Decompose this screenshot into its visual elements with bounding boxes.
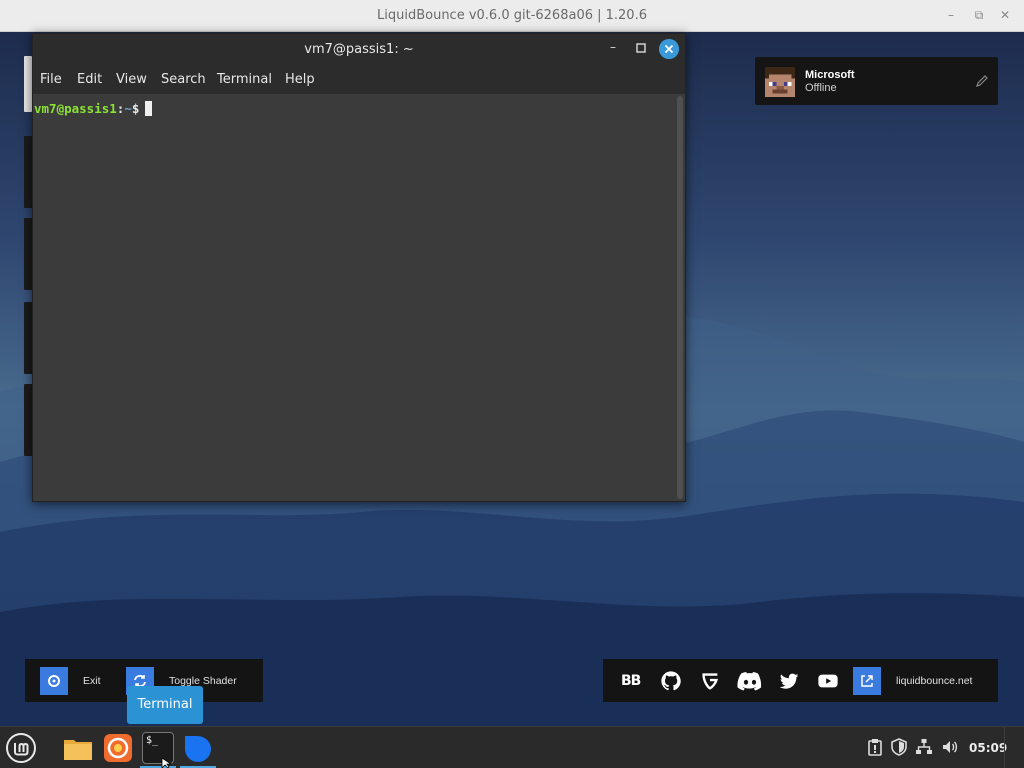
exit-button[interactable]	[40, 667, 68, 695]
menu-search[interactable]: Search	[161, 72, 206, 87]
outer-title-bar: LiquidBounce v0.6.0 git-6268a06 | 1.20.6…	[0, 0, 1024, 32]
terminal-minimize-button[interactable]: –	[605, 40, 621, 56]
terminal-tooltip: Terminal	[127, 686, 203, 724]
prompt-path: ~	[124, 101, 132, 116]
terminal-title: vm7@passis1: ~	[304, 42, 414, 57]
terminal-prompt: vm7@passis1:~$	[34, 101, 153, 116]
mint-menu-icon[interactable]	[5, 732, 37, 764]
clipboard-icon[interactable]	[866, 738, 884, 756]
menu-file[interactable]: File	[40, 72, 62, 87]
outer-close-button[interactable]: ✕	[998, 8, 1012, 22]
external-link-icon	[861, 675, 873, 687]
terminal-window[interactable]: vm7@passis1: ~ – File Edit View Search T…	[32, 33, 686, 502]
text-cursor	[145, 101, 153, 116]
outer-minimize-button[interactable]: –	[944, 8, 958, 22]
account-name: Microsoft	[805, 69, 855, 81]
exit-label[interactable]: Exit	[83, 675, 101, 687]
terminal-title-bar[interactable]: vm7@passis1: ~ –	[33, 34, 685, 64]
exit-icon	[48, 675, 60, 687]
menu-view[interactable]: View	[116, 72, 147, 87]
pencil-icon[interactable]	[974, 73, 990, 89]
bottom-right-panel: BB liquidbounce.net	[603, 659, 998, 702]
files-icon[interactable]	[62, 732, 94, 764]
terminal-content[interactable]: vm7@passis1:~$	[33, 94, 675, 501]
terminal-menu-bar: File Edit View Search Terminal Help	[33, 64, 685, 94]
firefox-icon[interactable]	[102, 732, 134, 764]
prompt-user: vm7@passis1	[34, 101, 117, 116]
shield-icon[interactable]	[890, 738, 908, 756]
menu-terminal[interactable]: Terminal	[217, 72, 272, 87]
guilded-bb-icon[interactable]: BB	[621, 670, 643, 692]
clock[interactable]: 05:09	[969, 741, 1007, 755]
network-icon[interactable]	[915, 738, 933, 756]
steve-head-icon	[765, 67, 795, 97]
menu-edit[interactable]: Edit	[77, 72, 102, 87]
account-card[interactable]: Microsoft Offline	[755, 57, 998, 105]
outer-window-title: LiquidBounce v0.6.0 git-6268a06 | 1.20.6	[377, 8, 647, 23]
twitter-icon[interactable]	[778, 670, 800, 692]
background-ui-stub	[24, 56, 32, 112]
open-site-button[interactable]	[853, 667, 881, 695]
github-icon[interactable]	[660, 670, 682, 692]
show-desktop-area[interactable]	[1004, 727, 1024, 768]
menu-help[interactable]: Help	[285, 72, 315, 87]
outer-restore-button[interactable]: ⧉	[972, 8, 986, 22]
volume-icon[interactable]	[941, 738, 959, 756]
terminal-scrollbar[interactable]	[677, 96, 683, 499]
app-icon[interactable]	[181, 732, 213, 764]
site-label[interactable]: liquidbounce.net	[896, 675, 972, 687]
account-status: Offline	[805, 82, 837, 94]
taskbar: $_ 05:09	[0, 726, 1024, 768]
youtube-icon[interactable]	[816, 670, 840, 692]
mouse-pointer-icon	[161, 758, 173, 768]
discord-icon[interactable]	[737, 670, 763, 692]
prompt-symbol: $	[131, 101, 140, 116]
terminal-close-button[interactable]	[659, 39, 679, 59]
guilded-icon[interactable]	[699, 670, 721, 692]
terminal-maximize-button[interactable]	[634, 41, 648, 55]
